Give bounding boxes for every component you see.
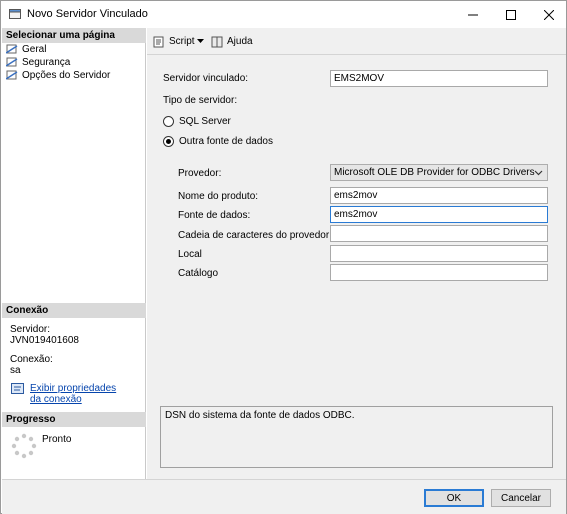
cancel-button[interactable]: Cancelar [491, 489, 551, 507]
maximize-button[interactable] [493, 1, 529, 28]
progress-header: Progresso [2, 412, 146, 427]
provider-string-label: Cadeia de caracteres do provedor: [178, 230, 332, 241]
other-data-source-radio[interactable]: Outra fonte de dados [163, 136, 273, 147]
sql-server-radio[interactable]: SQL Server [163, 116, 231, 127]
connection-value: sa [10, 365, 21, 376]
app-icon [9, 9, 21, 19]
page-icon [6, 57, 18, 67]
catalog-input[interactable] [330, 264, 548, 281]
left-pane: Selecionar uma página Geral Segurança Op… [2, 28, 146, 479]
other-data-source-option-label: Outra fonte de dados [179, 136, 273, 147]
title-bar[interactable]: Novo Servidor Vinculado [1, 1, 566, 28]
server-label: Servidor: [10, 324, 51, 335]
page-item-label: Opções do Servidor [22, 70, 111, 81]
linked-server-dialog: Novo Servidor Vinculado Selecionar uma p… [0, 0, 567, 514]
button-bar: OK Cancelar [2, 479, 566, 514]
help-label: Ajuda [227, 36, 253, 47]
page-item-label: Geral [22, 44, 47, 55]
page-item-geral[interactable]: Geral [6, 43, 46, 56]
close-icon [544, 9, 554, 20]
chevron-down-icon [534, 170, 543, 176]
connection-header: Conexão [2, 303, 146, 318]
toolbar: Script Ajuda [147, 28, 566, 55]
script-icon [153, 36, 164, 47]
linked-server-label: Servidor vinculado: [163, 73, 249, 84]
page-icon [6, 44, 18, 54]
location-input[interactable] [330, 245, 548, 262]
data-source-input[interactable]: ems2mov [330, 206, 548, 223]
provider-string-input[interactable] [330, 225, 548, 242]
radio-selected-icon [163, 136, 174, 147]
provider-value: Microsoft OLE DB Provider for ODBC Drive… [334, 167, 535, 178]
product-name-input[interactable]: ems2mov [330, 187, 548, 204]
description-panel: DSN do sistema da fonte de dados ODBC. [160, 406, 553, 468]
view-connection-properties-link[interactable]: Exibir propriedades da conexão [30, 383, 130, 405]
window-title: Novo Servidor Vinculado [27, 8, 148, 20]
sql-server-option-label: SQL Server [179, 116, 231, 127]
minimize-icon [468, 14, 478, 15]
provider-select[interactable]: Microsoft OLE DB Provider for ODBC Drive… [330, 164, 548, 181]
page-item-seguranca[interactable]: Segurança [6, 56, 70, 69]
script-button[interactable]: Script [153, 34, 195, 49]
progress-spinner-icon [11, 433, 37, 459]
linked-server-input[interactable]: EMS2MOV [330, 70, 548, 87]
catalog-label: Catálogo [178, 268, 219, 279]
connection-label: Conexão: [10, 354, 53, 365]
data-source-label: Fonte de dados: [178, 210, 251, 221]
properties-icon [11, 383, 24, 394]
close-button[interactable] [531, 1, 567, 28]
provider-label: Provedor: [178, 168, 222, 179]
server-type-label: Tipo de servidor: [163, 95, 238, 106]
server-value: JVN019401608 [10, 335, 79, 346]
radio-circle-icon [163, 116, 174, 127]
product-name-label: Nome do produto: [178, 191, 259, 202]
chevron-down-icon [197, 39, 204, 43]
help-button[interactable]: Ajuda [211, 34, 253, 49]
help-icon [211, 36, 223, 47]
location-label: Local [178, 249, 202, 260]
script-label: Script [169, 36, 195, 47]
select-page-header: Selecionar uma página [2, 28, 146, 43]
page-icon [6, 70, 18, 80]
page-item-opcoes-servidor[interactable]: Opções do Servidor [6, 69, 110, 82]
progress-status: Pronto [42, 434, 72, 445]
right-pane: Script Ajuda Servidor vinculado: EMS2MOV… [147, 28, 566, 479]
ok-button[interactable]: OK [424, 489, 484, 507]
maximize-icon [506, 9, 516, 20]
page-item-label: Segurança [22, 57, 71, 68]
script-dropdown-button[interactable] [197, 34, 204, 49]
description-text: DSN do sistema da fonte de dados ODBC. [165, 410, 355, 421]
minimize-button[interactable] [455, 1, 491, 28]
